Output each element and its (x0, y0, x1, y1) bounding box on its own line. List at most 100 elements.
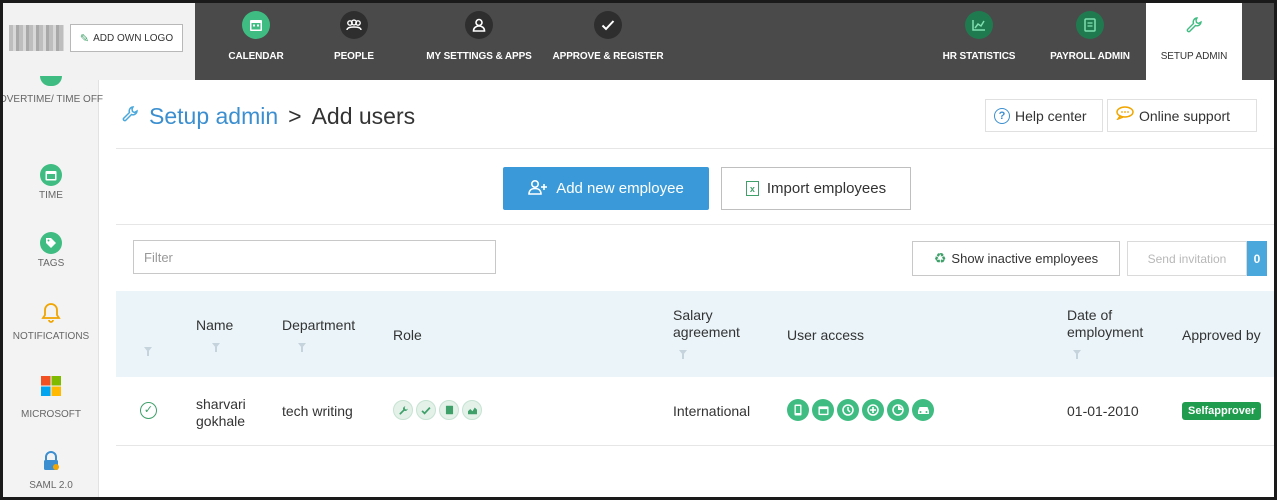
nav-my-settings[interactable]: MY SETTINGS & APPS (417, 3, 541, 80)
column-department-label: Department (282, 317, 356, 333)
role-book-icon[interactable] (439, 400, 459, 420)
show-inactive-employees-button[interactable]: ♻ Show inactive employees (912, 241, 1120, 276)
row-select[interactable]: ✓ (140, 402, 157, 419)
chart-icon (965, 11, 993, 39)
column-date-label: Date of employment (1067, 307, 1144, 340)
check-icon (594, 11, 622, 39)
nav-people-label: PEOPLE (334, 51, 374, 62)
sidebar-item-saml[interactable]: SAML 2.0 (3, 451, 99, 491)
bell-icon (41, 302, 61, 327)
column-header-approved-by[interactable]: Approved by (1182, 327, 1261, 344)
car-icon[interactable] (912, 399, 934, 421)
calendar-icon[interactable] (812, 399, 834, 421)
online-support-button[interactable]: Online support (1107, 99, 1257, 132)
select-column-filter[interactable] (144, 339, 152, 356)
add-new-employee-label: Add new employee (556, 180, 684, 197)
role-icons (393, 400, 485, 420)
column-header-role[interactable]: Role (393, 327, 422, 344)
filter-funnel-icon[interactable] (212, 343, 220, 352)
employee-department: tech writing (282, 403, 353, 419)
nav-people[interactable]: PEOPLE (324, 3, 384, 80)
divider (116, 148, 1274, 149)
filter-funnel-icon (144, 347, 152, 356)
sidebar-item-notifications-label: NOTIFICATIONS (12, 331, 90, 342)
add-own-logo-button[interactable]: ✎ ADD OWN LOGO (70, 24, 183, 52)
clock-calendar-icon (40, 164, 62, 186)
breadcrumb: Setup admin > Add users (121, 103, 415, 130)
import-employees-button[interactable]: x Import employees (721, 167, 911, 210)
app-window: ✎ ADD OWN LOGO CALENDAR PEOPLE MY SETTIN… (0, 0, 1277, 500)
plus-icon[interactable] (862, 399, 884, 421)
send-invitation-button[interactable]: Send invitation (1127, 241, 1247, 276)
top-nav-bar: ✎ ADD OWN LOGO CALENDAR PEOPLE MY SETTIN… (3, 3, 1274, 80)
column-name-label: Name (196, 317, 234, 333)
invitation-count-badge: 0 (1247, 241, 1267, 276)
breadcrumb-setup-admin[interactable]: Setup admin (149, 103, 278, 130)
nav-hr-statistics-label: HR STATISTICS (942, 51, 1016, 62)
sidebar-item-overtime[interactable]: OVERTIME/ TIME OFF (3, 76, 103, 105)
table-row[interactable]: ✓ sharvari gokhale tech writing Internat… (116, 378, 1274, 446)
column-header-date-of-employment[interactable]: Date of employment (1067, 307, 1147, 359)
sidebar-item-saml-label: SAML 2.0 (29, 480, 73, 491)
tag-icon (40, 232, 62, 254)
column-header-name[interactable]: Name (196, 317, 233, 352)
import-employees-label: Import employees (766, 180, 887, 197)
help-center-label: Help center (1015, 107, 1087, 124)
nav-approve-register[interactable]: APPROVE & REGISTER (551, 3, 665, 80)
sidebar-item-overtime-label: OVERTIME/ TIME OFF (0, 94, 104, 105)
phone-icon[interactable] (787, 399, 809, 421)
sidebar-item-time[interactable]: TIME (3, 164, 99, 201)
edit-icon: ✎ (79, 32, 90, 45)
column-header-department[interactable]: Department (282, 317, 355, 352)
role-check-icon[interactable] (416, 400, 436, 420)
nav-payroll-admin-label: PAYROLL ADMIN (1050, 51, 1130, 62)
nav-payroll-admin[interactable]: PAYROLL ADMIN (1043, 3, 1137, 80)
pie-icon[interactable] (887, 399, 909, 421)
check-circle-icon[interactable]: ✓ (140, 402, 157, 419)
add-user-icon (528, 179, 548, 199)
role-wrench-icon[interactable] (393, 400, 413, 420)
company-logo (9, 25, 64, 51)
role-chart-icon[interactable] (462, 400, 482, 420)
microsoft-icon (41, 376, 61, 399)
person-icon (465, 11, 493, 39)
column-header-user-access[interactable]: User access (787, 327, 864, 344)
filter-input[interactable] (133, 240, 496, 274)
sidebar-item-time-label: TIME (39, 190, 63, 201)
nav-my-settings-label: MY SETTINGS & APPS (426, 51, 532, 62)
clock-icon[interactable] (837, 399, 859, 421)
lock-icon (42, 451, 60, 474)
salary-agreement: International (673, 403, 751, 419)
logo-area: ✎ ADD OWN LOGO (3, 3, 195, 80)
divider (116, 224, 1274, 225)
sidebar: OVERTIME/ TIME OFF TIME TAGS NOTIFICATIO… (3, 76, 103, 497)
sidebar-item-tags[interactable]: TAGS (3, 232, 99, 269)
show-inactive-label: Show inactive employees (951, 251, 1099, 266)
nav-approve-register-label: APPROVE & REGISTER (552, 51, 664, 62)
filter-funnel-icon[interactable] (679, 350, 687, 359)
sidebar-item-microsoft[interactable]: MICROSOFT (3, 376, 99, 420)
wrench-icon (1180, 11, 1208, 39)
status-badge: Selfapprover (1182, 402, 1262, 420)
date-of-employment: 01-01-2010 (1067, 403, 1139, 419)
book-icon (1076, 11, 1104, 39)
employee-name[interactable]: sharvari gokhale (196, 396, 266, 430)
calendar-icon (242, 11, 270, 39)
nav-setup-admin[interactable]: SETUP ADMIN (1146, 3, 1242, 80)
help-center-button[interactable]: ? Help center (985, 99, 1103, 132)
filter-funnel-icon[interactable] (298, 343, 306, 352)
nav-calendar[interactable]: CALENDAR (216, 3, 296, 80)
invitation-count: 0 (1253, 251, 1261, 266)
filter-funnel-icon[interactable] (1073, 350, 1081, 359)
sidebar-item-tags-label: TAGS (37, 258, 65, 269)
column-header-salary-agreement[interactable]: Salary agreement (673, 307, 753, 359)
nav-setup-admin-label: SETUP ADMIN (1160, 51, 1228, 62)
add-own-logo-label: ADD OWN LOGO (93, 32, 174, 44)
add-new-employee-button[interactable]: Add new employee (503, 167, 709, 210)
excel-file-icon: x (745, 181, 759, 196)
sidebar-item-notifications[interactable]: NOTIFICATIONS (3, 302, 99, 342)
user-access-icons (787, 399, 937, 421)
page-title: Add users (311, 103, 416, 129)
nav-hr-statistics[interactable]: HR STATISTICS (937, 3, 1021, 80)
table-header: Name Department Role Salary agreement Us… (116, 291, 1274, 377)
